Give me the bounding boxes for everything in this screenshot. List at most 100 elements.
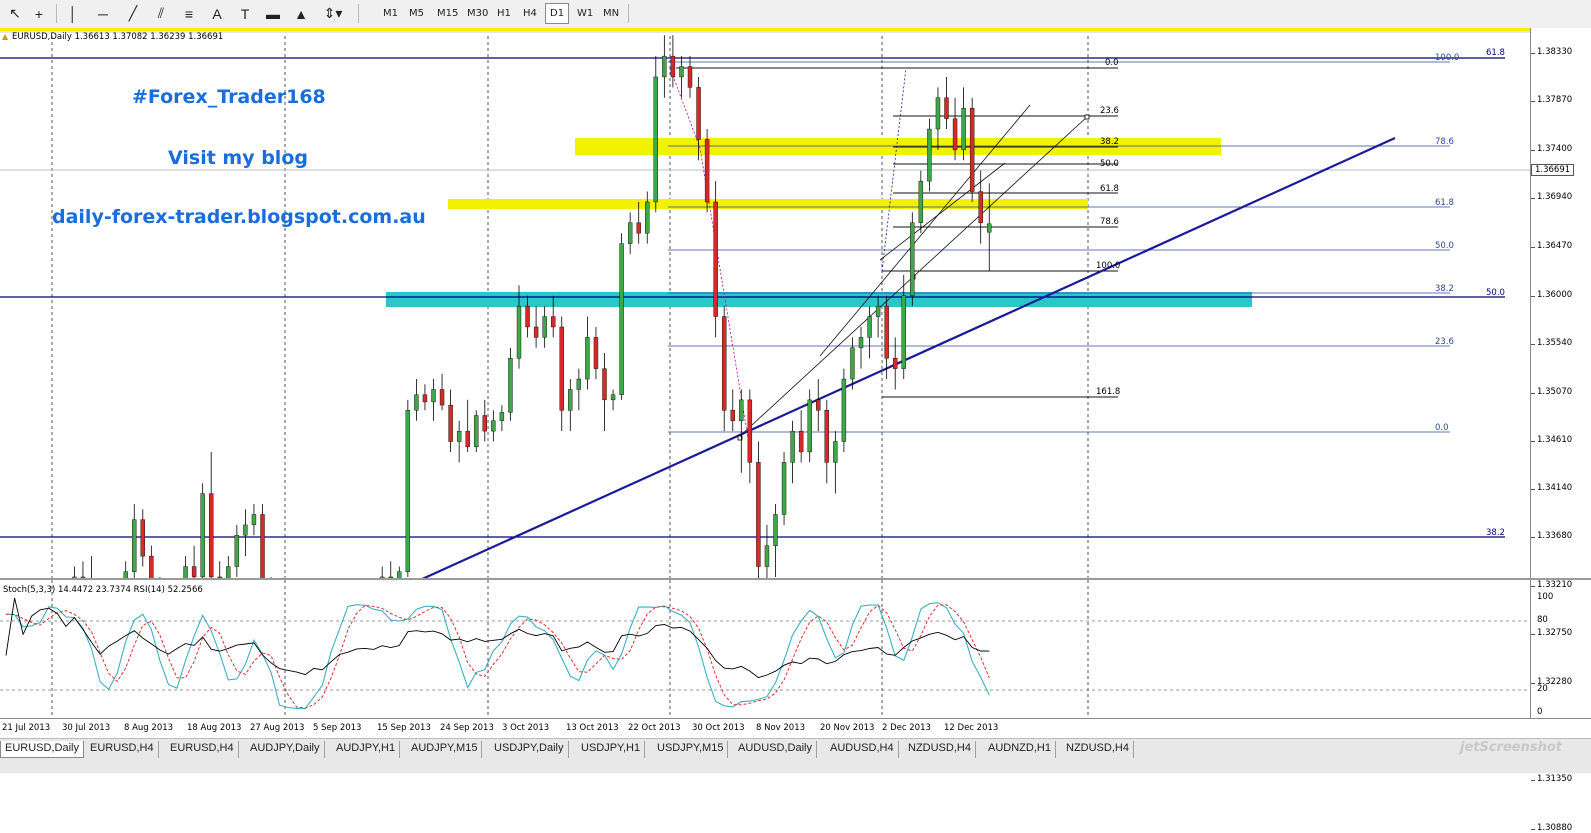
chart-tab-usdjpy-m15[interactable]: USDJPY,M15: [653, 741, 729, 758]
chart-tab-audusd-daily[interactable]: AUDUSD,Daily: [734, 741, 817, 758]
price-tick-label: 1.36000: [1537, 289, 1573, 300]
price-tick-mark: [1531, 440, 1535, 442]
timeframe-m30-button[interactable]: M30: [463, 3, 492, 24]
candle: [123, 561, 128, 578]
timeframe-d1-button[interactable]: D1: [545, 3, 570, 24]
price-chart[interactable]: 0.0 23.6 38.2 50.0 61.8 78.6 100.0 161.8 100.0 78…: [0, 28, 1530, 578]
chart-toolbar: ↖ + │ ─ ╱ ⫽ ≡ A T ▬ ▲ ⇕▾ M1 M5 M15 M30 H1 H4 D1 W1 MN: [0, 0, 1591, 29]
watermark-title: #Forex_Trader168: [132, 86, 326, 108]
candle: [260, 504, 265, 578]
text-label-icon[interactable]: T: [234, 3, 256, 24]
fib-left-label: 38.2: [1100, 137, 1119, 147]
date-tick-label: 21 Jul 2013: [2, 723, 51, 733]
candle: [764, 524, 770, 578]
candle: [559, 316, 564, 432]
candle: [593, 326, 599, 380]
candle: [576, 368, 582, 411]
candle: [602, 353, 607, 432]
indicator-window[interactable]: Stoch(5,3,3) 14.4472 23.7374 RSI(14) 52.…: [0, 580, 1530, 718]
timeframe-h1-button[interactable]: H1: [493, 3, 515, 24]
candle: [474, 410, 479, 452]
price-tick-label: 1.35070: [1537, 386, 1573, 397]
fib-left-label: 100.0: [1096, 261, 1120, 271]
price-tick-label: 1.36940: [1537, 191, 1573, 202]
horizontal-line-icon[interactable]: ─: [92, 3, 114, 24]
fib-right-label: 100.0: [1435, 53, 1459, 63]
price-chart-canvas[interactable]: 0.0 23.6 38.2 50.0 61.8 78.6 100.0 161.8 100.0 78…: [0, 28, 1530, 578]
chart-tab-audjpy-m15[interactable]: AUDJPY,M15: [407, 741, 483, 758]
candle: [961, 87, 966, 161]
candle: [91, 556, 92, 578]
anchor-point-marker: [1084, 114, 1090, 120]
indicator-tick-label: 80: [1537, 615, 1548, 625]
candle: [790, 420, 795, 484]
crosshair-icon[interactable]: +: [28, 3, 50, 24]
timeframe-m15-button[interactable]: M15: [433, 3, 462, 24]
price-tick-label: 1.31350: [1537, 774, 1573, 785]
price-tick-label: 1.38330: [1537, 47, 1573, 57]
level-label: 38.2: [1486, 528, 1505, 538]
triangle-icon[interactable]: ▲: [290, 3, 312, 24]
date-tick-label: 5 Sep 2013: [313, 723, 362, 733]
chart-tab-eurusd-h4[interactable]: EURUSD,H4: [166, 741, 239, 758]
date-tick-label: 20 Nov 2013: [820, 723, 875, 733]
price-tick-mark: [1531, 343, 1535, 345]
timeframe-w1-button[interactable]: W1: [573, 3, 597, 24]
price-tick-label: 1.37870: [1537, 94, 1573, 105]
candle: [747, 389, 753, 484]
chart-tab-audnzd-h1[interactable]: AUDNZD,H1: [984, 741, 1056, 758]
candle: [713, 181, 718, 338]
price-tick-mark: [1531, 537, 1535, 539]
candle: [388, 561, 393, 578]
timeframe-m1-button[interactable]: M1: [379, 3, 402, 24]
candle: [884, 295, 889, 380]
candle: [704, 129, 710, 213]
candle: [807, 389, 812, 463]
chart-tab-audjpy-daily[interactable]: AUDJPY,Daily: [246, 741, 325, 758]
timeframe-m5-button[interactable]: M5: [405, 3, 428, 24]
trendline-icon[interactable]: ╱: [122, 3, 144, 24]
date-tick-label: 8 Aug 2013: [124, 723, 174, 733]
candle: [969, 97, 975, 202]
chart-tab-eurusd-h4[interactable]: EURUSD,H4: [86, 741, 159, 758]
channel-icon[interactable]: ⫽: [150, 3, 172, 24]
chart-tab-audusd-h4[interactable]: AUDUSD,H4: [826, 741, 899, 758]
indicator-tick-label: 0: [1537, 707, 1543, 717]
chart-tab-usdjpy-h1[interactable]: USDJPY,H1: [577, 741, 646, 758]
candle: [730, 389, 735, 432]
fib-right-label: 78.6: [1435, 137, 1454, 147]
candle: [542, 306, 547, 348]
date-tick-label: 8 Nov 2013: [756, 723, 806, 733]
date-tick-label: 30 Jul 2013: [62, 723, 111, 733]
candle: [499, 405, 505, 432]
date-tick-label: 22 Oct 2013: [628, 723, 681, 733]
watermark-url: daily-forex-trader.blogspot.com.au: [52, 206, 426, 228]
candle: [191, 545, 197, 578]
candle: [833, 431, 838, 494]
timeframe-mn-button[interactable]: MN: [599, 3, 623, 24]
cursor-icon[interactable]: ↖: [4, 3, 26, 24]
candle: [448, 389, 453, 452]
chart-tab-eurusd-daily[interactable]: EURUSD,Daily: [0, 741, 84, 758]
vertical-line-icon[interactable]: │: [62, 3, 84, 24]
price-tick-label: 1.37400: [1537, 143, 1573, 154]
chart-tab-audjpy-h1[interactable]: AUDJPY,H1: [332, 741, 401, 758]
chart-info-triangle-icon: ▲: [2, 32, 9, 41]
fibonacci-icon[interactable]: ≡: [178, 3, 200, 24]
price-tick-mark: [1531, 829, 1535, 831]
candle: [662, 35, 667, 98]
level-label: 50.0: [1486, 288, 1505, 298]
timeframe-h4-button[interactable]: H4: [519, 3, 541, 24]
text-icon[interactable]: A: [206, 3, 228, 24]
candle: [149, 545, 154, 578]
candle: [208, 451, 214, 578]
candle: [858, 326, 864, 369]
wave-line: [669, 67, 749, 439]
chart-tab-usdjpy-daily[interactable]: USDJPY,Daily: [490, 741, 569, 758]
rectangle-icon[interactable]: ▬: [262, 3, 284, 24]
fib-left-label: 78.6: [1100, 217, 1119, 227]
arrows-dropdown-icon[interactable]: ⇕▾: [318, 3, 348, 24]
candle: [533, 306, 539, 348]
chart-tab-nzdusd-h4[interactable]: NZDUSD,H4: [1062, 741, 1134, 758]
chart-tab-nzdusd-h4[interactable]: NZDUSD,H4: [904, 741, 976, 758]
